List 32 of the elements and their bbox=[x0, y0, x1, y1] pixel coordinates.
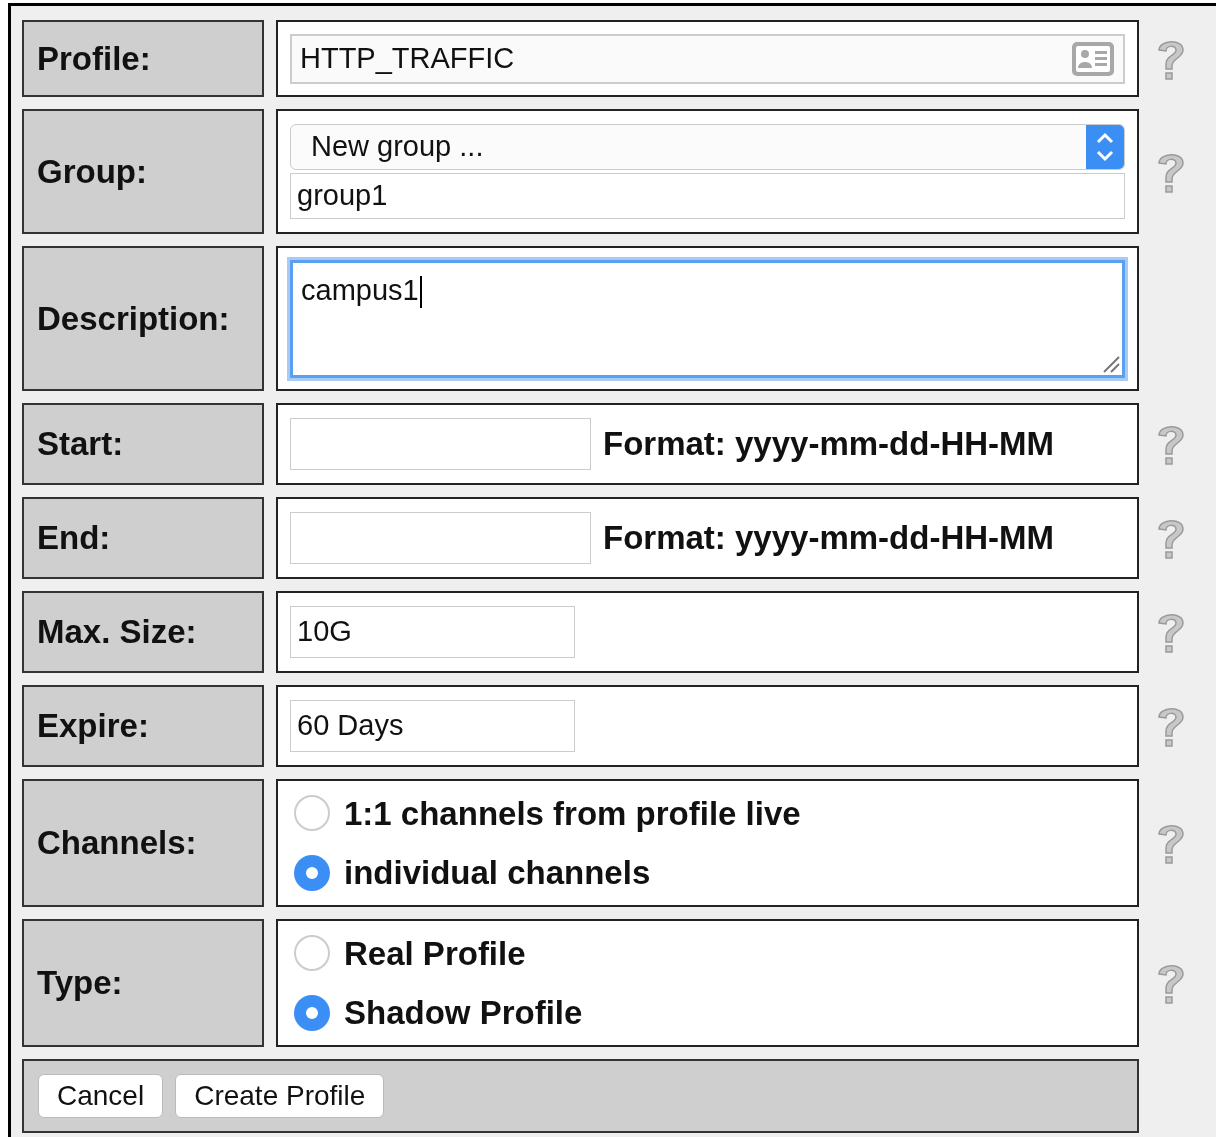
format-hint: Format: yyyy-mm-dd-HH-MM bbox=[603, 518, 1054, 559]
date-field[interactable] bbox=[290, 512, 591, 564]
group-dropdown[interactable]: New group ... bbox=[290, 124, 1125, 170]
format-hint: Format: yyyy-mm-dd-HH-MM bbox=[603, 424, 1054, 465]
date-field[interactable] bbox=[290, 418, 591, 470]
field-label: Channels: bbox=[22, 779, 264, 907]
radio-label: Real Profile bbox=[344, 933, 526, 974]
text-field[interactable]: group1 bbox=[290, 173, 1125, 219]
field-label: Group: bbox=[22, 109, 264, 234]
description-textarea[interactable]: campus1 bbox=[290, 259, 1125, 378]
radio-button[interactable] bbox=[294, 795, 330, 832]
radio-label: individual channels bbox=[344, 853, 651, 893]
radio-button[interactable] bbox=[294, 935, 330, 972]
field-label: Type: bbox=[22, 919, 264, 1047]
form-button[interactable]: Create Profile bbox=[175, 1074, 385, 1118]
field-label: Start: bbox=[22, 403, 264, 485]
text-field[interactable]: 10G bbox=[290, 606, 575, 658]
field-label: End: bbox=[22, 497, 264, 579]
form-button[interactable]: Cancel bbox=[38, 1074, 164, 1118]
field-label: Expire: bbox=[22, 685, 264, 767]
radio-label: Shadow Profile bbox=[344, 993, 583, 1033]
radio-button[interactable] bbox=[294, 854, 330, 891]
contact-card-icon[interactable] bbox=[1071, 40, 1115, 77]
radio-label: 1:1 channels from profile live bbox=[344, 793, 801, 834]
field-label: Max. Size: bbox=[22, 591, 264, 673]
radio-button[interactable] bbox=[294, 994, 330, 1031]
text-field[interactable]: HTTP_TRAFFIC bbox=[290, 33, 1125, 84]
text-field[interactable]: 60 Days bbox=[290, 700, 575, 752]
chevron-updown-icon[interactable] bbox=[1086, 125, 1124, 169]
field-label: Profile: bbox=[22, 20, 264, 97]
field-label: Description: bbox=[22, 246, 264, 391]
resize-grip-icon[interactable] bbox=[1102, 354, 1120, 373]
